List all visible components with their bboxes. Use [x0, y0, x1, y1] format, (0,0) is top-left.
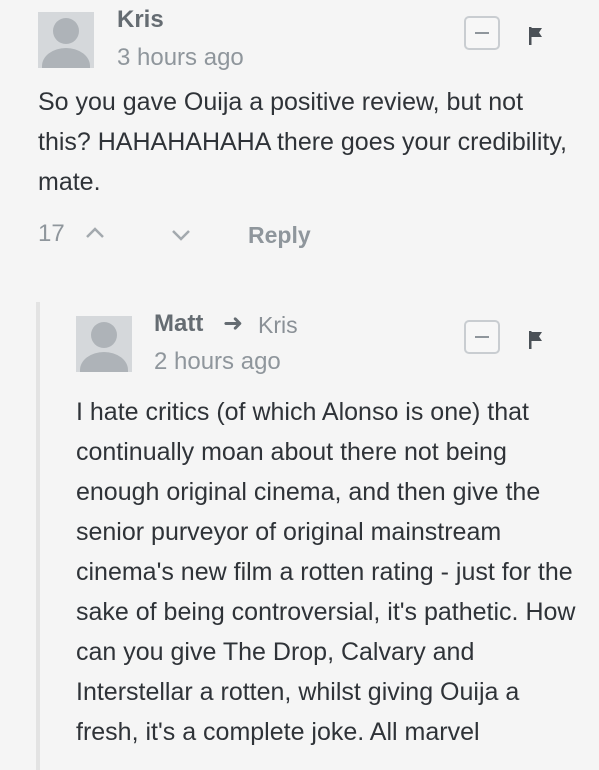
- comment-matt: Matt ➜ Kris 2 hours ago I hate critics (…: [36, 302, 599, 770]
- flag-icon[interactable]: [527, 330, 545, 350]
- comment-body: I hate critics (of which Alonso is one) …: [76, 398, 576, 746]
- collapse-button[interactable]: [464, 320, 500, 354]
- avatar[interactable]: [76, 316, 132, 372]
- comment-body: So you gave Ouija a positive review, but…: [38, 88, 567, 196]
- author-name[interactable]: Kris: [117, 6, 164, 34]
- comment-thread: Kris 3 hours ago So you gave Ouija a pos…: [0, 0, 599, 770]
- reply-button[interactable]: Reply: [248, 222, 311, 249]
- vote-count: 17: [38, 220, 65, 247]
- collapse-button[interactable]: [464, 16, 500, 50]
- minus-icon: [475, 336, 489, 338]
- author-name[interactable]: Matt: [154, 310, 203, 338]
- avatar[interactable]: [38, 12, 94, 68]
- flag-icon[interactable]: [527, 26, 545, 46]
- timestamp[interactable]: 3 hours ago: [117, 44, 244, 72]
- arrow-right-icon: ➜: [223, 310, 244, 337]
- timestamp[interactable]: 2 hours ago: [154, 348, 281, 376]
- comment-kris: Kris 3 hours ago So you gave Ouija a pos…: [0, 0, 599, 290]
- minus-icon: [475, 32, 489, 34]
- chevron-down-icon[interactable]: [170, 226, 192, 244]
- chevron-up-icon[interactable]: [84, 224, 106, 242]
- reply-to-name[interactable]: Kris: [258, 312, 298, 339]
